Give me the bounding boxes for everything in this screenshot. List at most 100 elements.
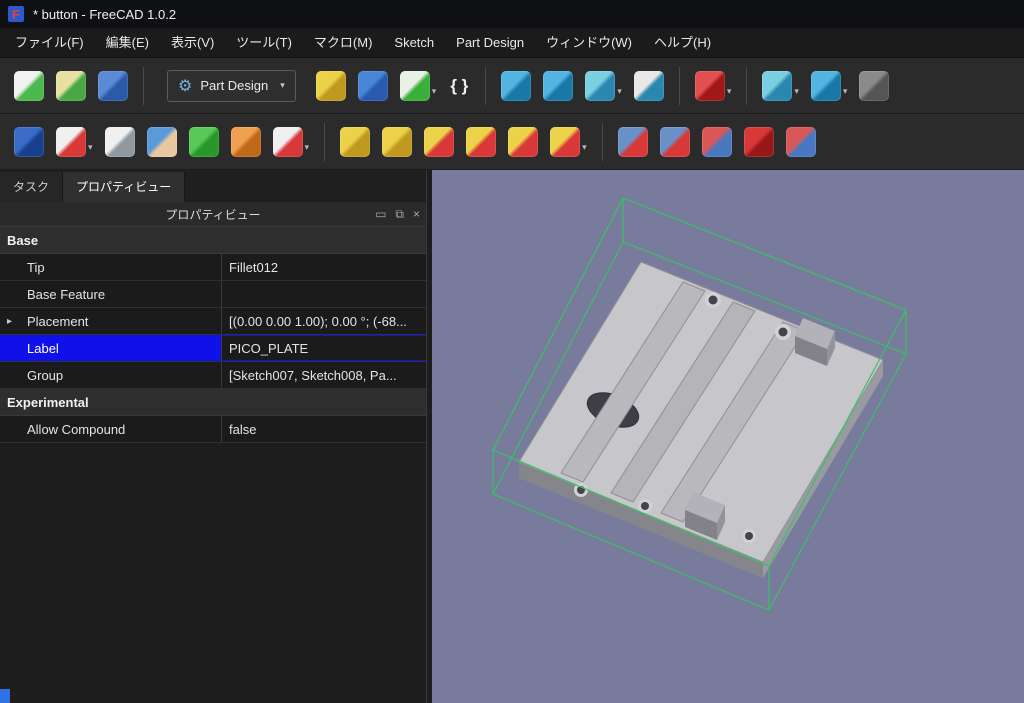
property-row-allow-compound[interactable]: Allow Compound false — [0, 416, 426, 443]
macro-braces-icon[interactable]: { } — [448, 71, 470, 101]
menu-sketch[interactable]: Sketch — [383, 28, 445, 58]
property-label[interactable]: ▸ Placement — [0, 308, 222, 334]
polar-pattern-icon[interactable] — [659, 126, 690, 157]
subtractive-primitive-icon[interactable] — [743, 126, 774, 157]
create-shapebinder-icon[interactable] — [188, 126, 219, 157]
chevron-down-icon: ▾ — [280, 80, 285, 90]
property-group-base[interactable]: Base — [0, 227, 426, 254]
property-row-base-feature[interactable]: Base Feature — [0, 281, 426, 308]
more-tools-icon[interactable] — [859, 70, 890, 101]
file-toolbar-group — [8, 70, 134, 101]
chevron-down-icon[interactable]: ▾ — [843, 86, 848, 101]
property-value[interactable]: PICO_PLATE — [222, 335, 426, 361]
dock-panel: タスク プロパティビュー プロパティビュー ▭ ⧉ × Base Tip Fille… — [0, 170, 427, 703]
create-group-icon[interactable] — [357, 70, 388, 101]
workbench-selector[interactable]: ⚙ Part Design ▾ — [167, 69, 296, 102]
selection-filter-icon[interactable]: ▾ — [694, 70, 732, 101]
corner-accent — [0, 689, 10, 703]
create-clone-icon[interactable] — [230, 126, 261, 157]
create-datum-icon[interactable]: ▾ — [272, 126, 310, 157]
menu-part-design[interactable]: Part Design — [445, 28, 535, 58]
pocket-icon[interactable] — [424, 126, 455, 157]
chevron-down-icon[interactable]: ▾ — [794, 86, 799, 101]
property-row-tip[interactable]: Tip Fillet012 — [0, 254, 426, 281]
create-part-icon[interactable] — [315, 70, 346, 101]
boolean-operation-icon[interactable] — [785, 126, 816, 157]
menu-view[interactable]: 表示(V) — [160, 28, 225, 58]
draw-style-icon[interactable]: ▾ — [762, 70, 799, 101]
chevron-down-icon[interactable]: ▾ — [305, 142, 310, 157]
menu-help[interactable]: ヘルプ(H) — [643, 28, 722, 58]
toolbar-main: ⚙ Part Design ▾ ▾ { } ▾ ▾ ▾ ▾ — [0, 58, 1024, 114]
property-label[interactable]: Base Feature — [0, 281, 222, 307]
workbench-gear-icon: ⚙ — [178, 77, 193, 95]
menu-tools[interactable]: ツール(T) — [225, 28, 303, 58]
property-row-label[interactable]: Label PICO_PLATE — [0, 335, 426, 362]
validate-sketch-icon[interactable] — [146, 126, 177, 157]
property-label[interactable]: Allow Compound — [0, 416, 222, 442]
property-value[interactable]: [Sketch007, Sketch008, Pa... — [222, 362, 426, 388]
hole-icon[interactable]: ▾ — [550, 126, 587, 157]
chevron-down-icon[interactable]: ▾ — [582, 142, 587, 157]
toolbar-part-design: ▾ ▾ ▾ — [0, 114, 1024, 170]
create-body-icon[interactable] — [14, 126, 44, 157]
refresh-view-icon[interactable]: ▾ — [810, 70, 848, 101]
property-value[interactable] — [222, 281, 426, 307]
float-panel-button[interactable]: ▭ — [375, 207, 386, 221]
property-value[interactable]: Fillet012 — [222, 254, 426, 280]
tab-tasks[interactable]: タスク — [0, 172, 64, 202]
menu-edit[interactable]: 編集(E) — [95, 28, 160, 58]
3d-model[interactable] — [518, 261, 884, 578]
property-label[interactable]: Group — [0, 362, 222, 388]
measure-icon — [633, 70, 664, 101]
groove-icon[interactable] — [466, 126, 497, 157]
close-panel-button[interactable]: × — [413, 207, 420, 221]
multitransform-icon[interactable] — [701, 126, 732, 157]
additive-helix-icon[interactable] — [508, 126, 539, 157]
refresh-view-icon — [810, 70, 841, 101]
property-row-group[interactable]: Group [Sketch007, Sketch008, Pa... — [0, 362, 426, 389]
property-label[interactable]: Tip — [0, 254, 222, 280]
workbench-label: Part Design — [200, 78, 269, 93]
make-link-icon[interactable]: ▾ — [399, 70, 437, 101]
open-document-icon[interactable] — [56, 70, 86, 101]
fit-selection-icon[interactable] — [543, 70, 574, 101]
axonometric-view-icon — [585, 70, 616, 101]
property-group-experimental[interactable]: Experimental — [0, 389, 426, 416]
property-label-text: Base Feature — [27, 286, 106, 302]
revolution-icon[interactable] — [382, 126, 413, 157]
pad-icon[interactable] — [340, 126, 371, 157]
chevron-down-icon[interactable]: ▾ — [727, 86, 732, 101]
undock-panel-button[interactable]: ⧉ — [395, 207, 404, 222]
property-label[interactable]: Label — [0, 335, 222, 361]
new-document-icon[interactable] — [14, 70, 44, 101]
property-row-placement[interactable]: ▸ Placement [(0.00 0.00 1.00); 0.00 °; (-6… — [0, 308, 426, 335]
revolution-icon — [382, 126, 413, 157]
tab-property-view[interactable]: プロパティビュー — [63, 172, 186, 202]
create-sketch-icon[interactable]: ▾ — [56, 126, 93, 157]
pad-icon — [340, 126, 371, 157]
save-document-icon[interactable] — [98, 70, 128, 101]
panel-titlebar: プロパティビュー ▭ ⧉ × — [0, 202, 426, 226]
edit-sketch-icon[interactable] — [104, 126, 135, 157]
property-value[interactable]: [(0.00 0.00 1.00); 0.00 °; (-68... — [222, 308, 426, 334]
pocket-icon — [424, 126, 455, 157]
expander-icon[interactable]: ▸ — [7, 316, 12, 327]
model-hole — [641, 502, 649, 510]
menu-file[interactable]: ファイル(F) — [4, 28, 95, 58]
model-hole — [745, 532, 753, 540]
fit-all-icon[interactable] — [501, 70, 532, 101]
chevron-down-icon[interactable]: ▾ — [88, 142, 93, 157]
axonometric-view-icon[interactable]: ▾ — [585, 70, 622, 101]
freecad-app-icon: F — [8, 6, 24, 22]
property-value[interactable]: false — [222, 416, 426, 442]
3d-viewport[interactable] — [432, 170, 1024, 703]
measure-icon[interactable] — [633, 70, 664, 101]
menu-window[interactable]: ウィンドウ(W) — [535, 28, 643, 58]
3d-scene — [492, 197, 907, 611]
chevron-down-icon[interactable]: ▾ — [617, 86, 622, 101]
create-sketch-icon — [56, 126, 86, 157]
chevron-down-icon[interactable]: ▾ — [432, 86, 437, 101]
mirrored-icon[interactable] — [617, 126, 648, 157]
menu-macro[interactable]: マクロ(M) — [303, 28, 384, 58]
